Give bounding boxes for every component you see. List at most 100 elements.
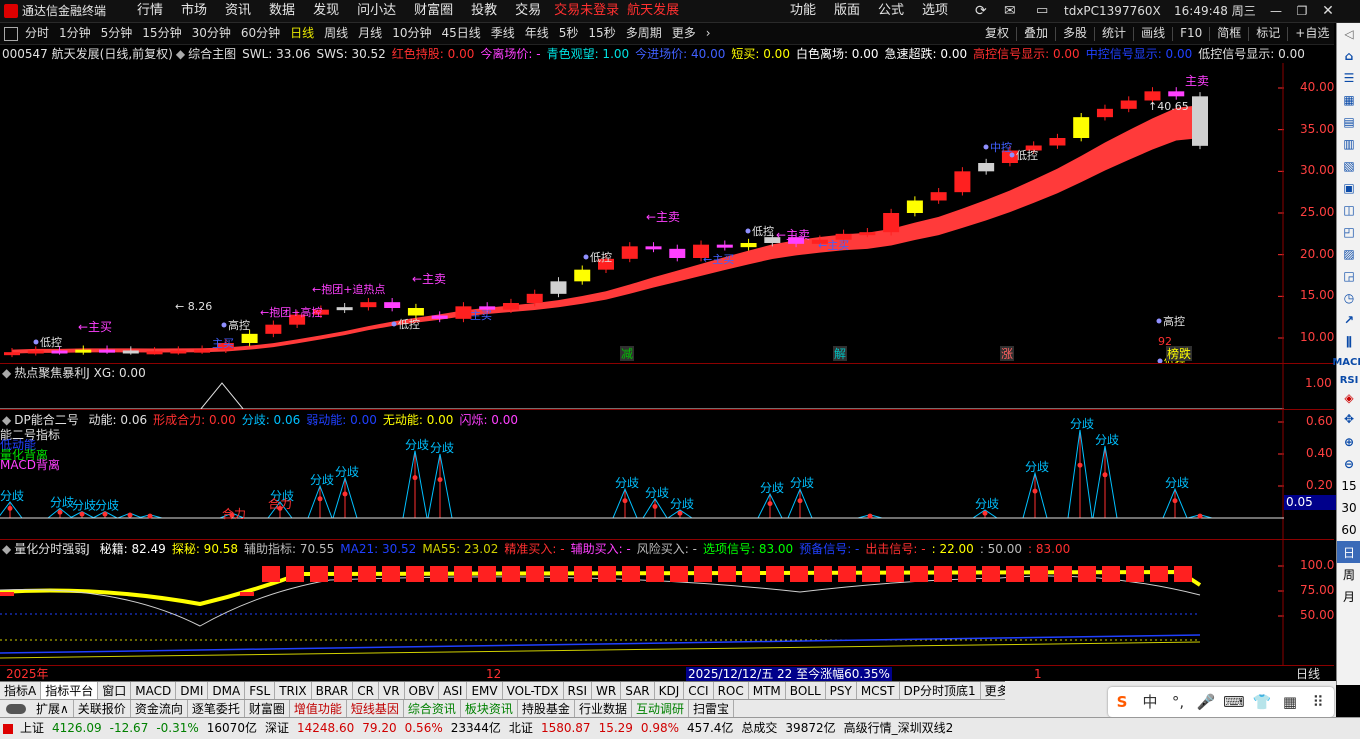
rt-move-icon[interactable]: ✥: [1337, 407, 1360, 431]
period-tick[interactable]: 分时: [20, 23, 54, 44]
rt-chart-icon[interactable]: ▥: [1337, 133, 1360, 155]
rt-60[interactable]: 60: [1337, 519, 1360, 541]
rt-zoom-out-icon[interactable]: ⊖: [1337, 453, 1360, 475]
indicator-tab-4[interactable]: DMI: [176, 682, 209, 700]
ime-button-1[interactable]: 中: [1136, 687, 1164, 717]
rt-kline-icon[interactable]: ⫼: [1337, 331, 1360, 353]
tool-add-favorite[interactable]: +自选: [1290, 23, 1334, 44]
ime-button-0[interactable]: S: [1108, 687, 1136, 717]
rt-window-icon[interactable]: ◰: [1337, 221, 1360, 243]
rt-panel-icon[interactable]: ◫: [1337, 199, 1360, 221]
rt-macd[interactable]: MACD: [1332, 353, 1360, 371]
indicator-tab-19[interactable]: CCI: [684, 682, 714, 700]
menu-layout[interactable]: 版面: [825, 0, 869, 22]
menu-market[interactable]: 行情: [128, 0, 172, 22]
tool-f10[interactable]: F10: [1175, 23, 1207, 44]
indicator-tab-5[interactable]: DMA: [208, 682, 246, 700]
period-5s[interactable]: 5秒: [554, 23, 584, 44]
rt-clock-icon[interactable]: ◷: [1337, 287, 1360, 309]
period-10m[interactable]: 10分钟: [387, 23, 436, 44]
ime-button-2[interactable]: °,: [1164, 687, 1192, 717]
time-period[interactable]: 日线: [1296, 666, 1320, 682]
ime-button-5[interactable]: 👕: [1248, 687, 1276, 717]
extension-tab-6[interactable]: 短线基因: [347, 700, 404, 718]
rt-15[interactable]: 15: [1337, 475, 1360, 497]
menu-education[interactable]: 投教: [462, 0, 506, 22]
menu-data[interactable]: 数据: [260, 0, 304, 22]
tool-overlay[interactable]: 叠加: [1019, 23, 1053, 44]
indicator-tab-24[interactable]: MCST: [857, 682, 900, 700]
extension-tab-5[interactable]: 增值功能: [290, 700, 347, 718]
hot-focus-chart[interactable]: [0, 364, 1284, 410]
indicator-tab-7[interactable]: TRIX: [275, 682, 312, 700]
close-icon[interactable]: ✕: [1316, 0, 1340, 22]
ime-button-6[interactable]: ▦: [1276, 687, 1304, 717]
menu-function[interactable]: 功能: [781, 0, 825, 22]
indicator-tab-18[interactable]: KDJ: [655, 682, 685, 700]
indicator-tab-6[interactable]: FSL: [245, 682, 276, 700]
indicator-tab-12[interactable]: ASI: [439, 682, 468, 700]
indicator-tab-9[interactable]: CR: [353, 682, 379, 700]
indicator-tab-8[interactable]: BRAR: [312, 682, 354, 700]
period-more-arrow-icon[interactable]: ›: [701, 23, 716, 44]
period-weekly[interactable]: 周线: [319, 23, 353, 44]
indicator-tab-15[interactable]: RSI: [564, 682, 593, 700]
rt-news-icon[interactable]: ▣: [1337, 177, 1360, 199]
indicator-tab-23[interactable]: PSY: [826, 682, 857, 700]
rt-bars-icon[interactable]: ▧: [1337, 155, 1360, 177]
indicator-dropdown-icon[interactable]: ◆: [176, 45, 185, 63]
tool-simple[interactable]: 简框: [1212, 23, 1246, 44]
period-1m[interactable]: 1分钟: [54, 23, 96, 44]
menu-markets[interactable]: 市场: [172, 0, 216, 22]
tool-draw[interactable]: 画线: [1136, 23, 1170, 44]
extension-tab-2[interactable]: 资金流向: [131, 700, 188, 718]
extension-tab-3[interactable]: 逐笔委托: [188, 700, 245, 718]
rt-fav-icon[interactable]: ◈: [1337, 389, 1360, 407]
extension-tab-8[interactable]: 板块资讯: [461, 700, 518, 718]
rt-arrow-icon[interactable]: ◁: [1337, 23, 1360, 45]
rt-table-icon[interactable]: ▤: [1337, 111, 1360, 133]
indicator-tab-0[interactable]: 指标A: [0, 682, 42, 700]
period-15s[interactable]: 15秒: [583, 23, 620, 44]
indicator-tab-25[interactable]: DP分时顶底1: [900, 682, 981, 700]
period-15m[interactable]: 15分钟: [137, 23, 186, 44]
trade-status[interactable]: 交易未登录: [550, 0, 623, 22]
rt-grid-icon[interactable]: ▦: [1337, 89, 1360, 111]
extension-tab-1[interactable]: 关联报价: [74, 700, 131, 718]
indicator-tab-1[interactable]: 指标平台: [41, 682, 99, 700]
quant-chart[interactable]: [0, 540, 1284, 666]
rt-day[interactable]: 日: [1337, 541, 1360, 563]
indicator-tab-13[interactable]: EMV: [467, 682, 503, 700]
indicator-tab-14[interactable]: VOL-TDX: [503, 682, 564, 700]
indicator-tab-10[interactable]: VR: [379, 682, 405, 700]
extension-tab-10[interactable]: 行业数据: [575, 700, 632, 718]
indicator-tab-3[interactable]: MACD: [131, 682, 177, 700]
period-60m[interactable]: 60分钟: [236, 23, 285, 44]
period-grid-icon[interactable]: [4, 27, 18, 41]
status-item-17[interactable]: 高级行情_深圳双线2: [840, 718, 958, 739]
rt-trend-icon[interactable]: ↗: [1337, 309, 1360, 331]
period-30m[interactable]: 30分钟: [187, 23, 236, 44]
period-45d[interactable]: 45日线: [436, 23, 485, 44]
rt-home-icon[interactable]: ⌂: [1337, 45, 1360, 67]
tool-stats[interactable]: 统计: [1097, 23, 1131, 44]
ime-button-3[interactable]: 🎤: [1192, 687, 1220, 717]
menu-discover[interactable]: 发现: [304, 0, 348, 22]
rt-week[interactable]: 周: [1337, 563, 1360, 585]
ime-button-4[interactable]: ⌨: [1220, 687, 1248, 717]
indicator-tab-21[interactable]: MTM: [749, 682, 786, 700]
main-indicator-name[interactable]: 综合主图: [188, 45, 236, 63]
monitor-icon[interactable]: ▭: [1036, 0, 1048, 22]
mail-icon[interactable]: ✉: [1004, 0, 1016, 22]
extension-tab-4[interactable]: 财富圈: [245, 700, 290, 718]
menu-options[interactable]: 选项: [913, 0, 957, 22]
period-5m[interactable]: 5分钟: [96, 23, 138, 44]
extension-tab-11[interactable]: 互动调研: [632, 700, 689, 718]
rt-box-icon[interactable]: ◲: [1337, 265, 1360, 287]
menu-news[interactable]: 资讯: [216, 0, 260, 22]
tool-mark[interactable]: 标记: [1251, 23, 1285, 44]
extension-tab-9[interactable]: 持股基金: [518, 700, 575, 718]
expand-toggle-icon[interactable]: [6, 704, 26, 714]
menu-ask[interactable]: 问小达: [348, 0, 405, 22]
rt-month[interactable]: 月: [1337, 585, 1360, 607]
